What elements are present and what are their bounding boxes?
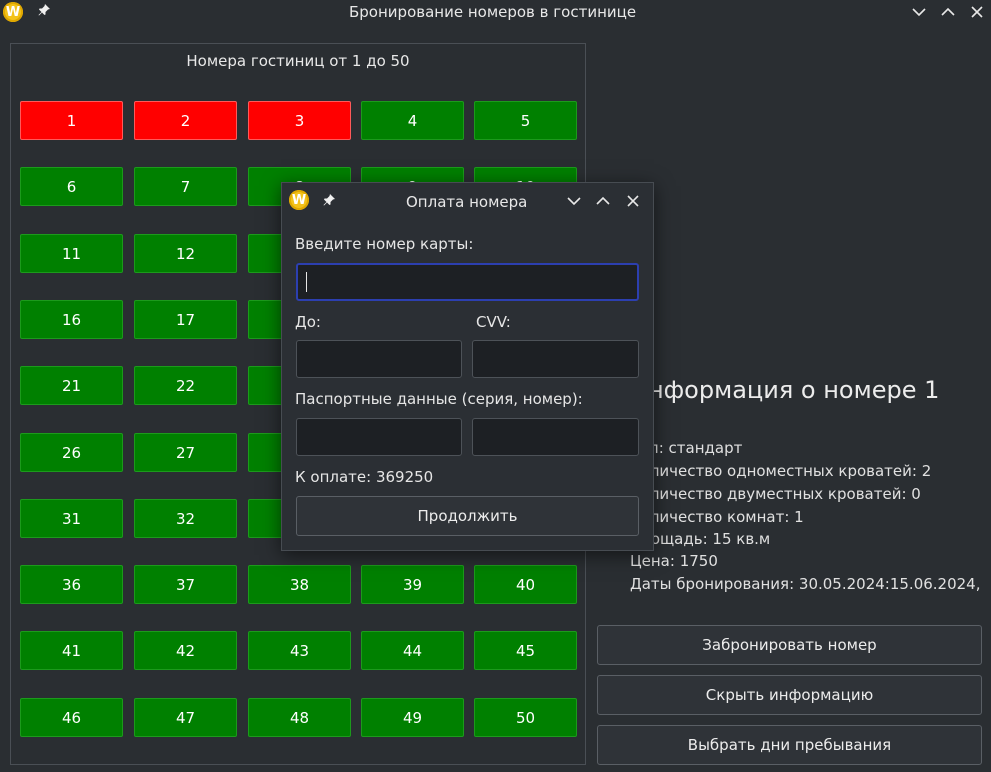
room-button-41[interactable]: 41 xyxy=(20,631,123,670)
expiry-label: До: xyxy=(295,313,321,331)
room-button-21[interactable]: 21 xyxy=(20,366,123,405)
cvv-label: CVV: xyxy=(476,313,511,331)
room-button-22[interactable]: 22 xyxy=(134,366,237,405)
app-logo-icon: W xyxy=(3,2,23,22)
info-single-beds: Количество одноместных кроватей: 2 xyxy=(630,462,932,480)
dialog-close-icon[interactable] xyxy=(624,192,642,210)
room-button-17[interactable]: 17 xyxy=(134,300,237,339)
expiry-input[interactable] xyxy=(296,340,462,378)
room-button-12[interactable]: 12 xyxy=(134,234,237,273)
room-button-48[interactable]: 48 xyxy=(248,698,351,737)
room-button-43[interactable]: 43 xyxy=(248,631,351,670)
room-button-50[interactable]: 50 xyxy=(474,698,577,737)
amount-due: К оплате: 369250 xyxy=(295,468,434,486)
room-button-1[interactable]: 1 xyxy=(20,101,123,140)
room-button-16[interactable]: 16 xyxy=(20,300,123,339)
hide-info-button[interactable]: Скрыть информацию xyxy=(597,675,982,715)
room-button-36[interactable]: 36 xyxy=(20,565,123,604)
dialog-title: Оплата номера xyxy=(406,193,528,211)
room-button-40[interactable]: 40 xyxy=(474,565,577,604)
window-titlebar: W Бронирование номеров в гостинице xyxy=(0,0,991,26)
room-button-45[interactable]: 45 xyxy=(474,631,577,670)
room-button-38[interactable]: 38 xyxy=(248,565,351,604)
dialog-logo-icon: W xyxy=(289,190,309,210)
room-button-44[interactable]: 44 xyxy=(361,631,464,670)
cvv-input[interactable] xyxy=(472,340,639,378)
passport-label: Паспортные данные (серия, номер): xyxy=(295,390,583,408)
info-double-beds: Количество двуместных кроватей: 0 xyxy=(630,485,921,503)
room-button-46[interactable]: 46 xyxy=(20,698,123,737)
rooms-heading: Номера гостиниц от 1 до 50 xyxy=(186,52,410,70)
card-number-input[interactable] xyxy=(296,263,639,301)
info-rooms-count: Количество комнат: 1 xyxy=(630,508,804,526)
room-info-title: Информация о номере 1 xyxy=(630,376,940,404)
info-area: Площадь: 15 кв.м xyxy=(630,530,771,548)
dialog-minimize-icon[interactable] xyxy=(565,192,583,210)
close-icon[interactable] xyxy=(968,3,986,21)
window-title: Бронирование номеров в гостинице xyxy=(349,3,637,21)
room-button-31[interactable]: 31 xyxy=(20,499,123,538)
book-room-button[interactable]: Забронировать номер xyxy=(597,625,982,665)
maximize-icon[interactable] xyxy=(939,3,957,21)
room-button-26[interactable]: 26 xyxy=(20,433,123,472)
info-type: Тип: стандарт xyxy=(630,439,743,457)
payment-dialog: W Оплата номера Введите номер карты: До:… xyxy=(281,182,654,551)
room-button-7[interactable]: 7 xyxy=(134,167,237,206)
room-button-39[interactable]: 39 xyxy=(361,565,464,604)
room-button-6[interactable]: 6 xyxy=(20,167,123,206)
room-button-37[interactable]: 37 xyxy=(134,565,237,604)
minimize-icon[interactable] xyxy=(910,3,928,21)
choose-days-button[interactable]: Выбрать дни пребывания xyxy=(597,725,982,765)
room-button-49[interactable]: 49 xyxy=(361,698,464,737)
passport-series-input[interactable] xyxy=(296,418,462,456)
room-button-2[interactable]: 2 xyxy=(134,101,237,140)
room-button-11[interactable]: 11 xyxy=(20,234,123,273)
dialog-pin-icon[interactable] xyxy=(322,193,336,211)
text-caret xyxy=(306,272,307,292)
room-button-5[interactable]: 5 xyxy=(474,101,577,140)
passport-number-input[interactable] xyxy=(472,418,639,456)
info-price: Цена: 1750 xyxy=(630,552,718,570)
room-button-4[interactable]: 4 xyxy=(361,101,464,140)
room-button-3[interactable]: 3 xyxy=(248,101,351,140)
room-button-42[interactable]: 42 xyxy=(134,631,237,670)
continue-button[interactable]: Продолжить xyxy=(296,496,639,536)
card-number-label: Введите номер карты: xyxy=(295,235,474,253)
dialog-maximize-icon[interactable] xyxy=(594,192,612,210)
pin-icon[interactable] xyxy=(37,3,51,21)
room-button-32[interactable]: 32 xyxy=(134,499,237,538)
info-booking-dates: Даты бронирования: 30.05.2024:15.06.2024… xyxy=(630,575,981,593)
room-button-47[interactable]: 47 xyxy=(134,698,237,737)
room-button-27[interactable]: 27 xyxy=(134,433,237,472)
